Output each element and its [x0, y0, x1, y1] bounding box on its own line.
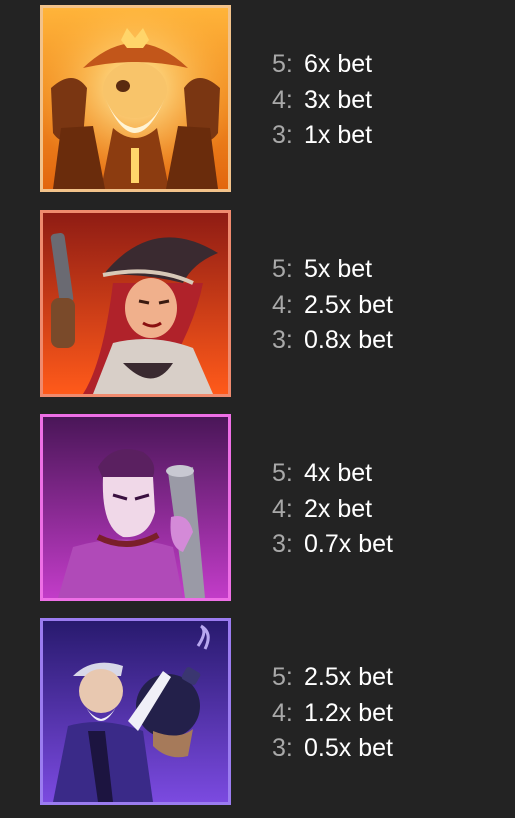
payout-line: 5: 5x bet	[272, 252, 393, 288]
pirate-gunner-icon	[43, 417, 228, 598]
payout-line: 4: 1.2x bet	[272, 696, 393, 732]
payout-value: 1.2x bet	[304, 698, 393, 727]
payout-line: 5: 4x bet	[272, 456, 393, 492]
payout-value: 1x bet	[304, 121, 373, 149]
payout-count: 3:	[272, 121, 293, 149]
paytable-row-pirate-woman: 5: 5x bet 4: 2.5x bet 3: 0.8x bet	[40, 210, 500, 400]
payout-count: 4:	[272, 494, 293, 523]
payout-value: 4x bet	[304, 459, 373, 487]
payout-count: 4:	[272, 85, 293, 114]
payout-value: 2.5x bet	[304, 290, 393, 319]
payout-count: 5:	[272, 255, 293, 283]
payout-line: 4: 2.5x bet	[272, 288, 393, 324]
pirate-woman-icon	[43, 213, 228, 394]
payout-value: 5x bet	[304, 255, 373, 283]
paytable-row-pirate-king: 5: 6x bet 4: 3x bet 3: 1x bet	[40, 5, 500, 195]
symbol-tile-pirate-gunner	[40, 414, 231, 601]
payout-count: 5:	[272, 50, 293, 78]
pirate-king-icon	[43, 8, 228, 189]
paytable-row-pirate-gunner: 5: 4x bet 4: 2x bet 3: 0.7x bet	[40, 414, 500, 604]
payout-value: 2.5x bet	[304, 663, 393, 691]
payout-count: 3:	[272, 734, 293, 762]
symbol-tile-old-pirate	[40, 618, 231, 805]
payout-value: 0.5x bet	[304, 734, 393, 762]
payout-value: 3x bet	[304, 85, 373, 114]
payout-list: 5: 4x bet 4: 2x bet 3: 0.7x bet	[272, 456, 393, 563]
symbol-tile-pirate-woman	[40, 210, 231, 397]
payout-line: 3: 0.7x bet	[272, 527, 393, 563]
payout-value: 2x bet	[304, 494, 373, 523]
payout-line: 3: 0.5x bet	[272, 731, 393, 767]
paytable-row-old-pirate: 5: 2.5x bet 4: 1.2x bet 3: 0.5x bet	[40, 618, 500, 808]
payout-list: 5: 5x bet 4: 2.5x bet 3: 0.8x bet	[272, 252, 393, 359]
payout-line: 4: 2x bet	[272, 492, 393, 528]
payout-line: 5: 6x bet	[272, 47, 372, 83]
payout-list: 5: 2.5x bet 4: 1.2x bet 3: 0.5x bet	[272, 660, 393, 767]
symbol-tile-pirate-king	[40, 5, 231, 192]
payout-count: 5:	[272, 459, 293, 487]
payout-count: 4:	[272, 290, 293, 319]
payout-count: 3:	[272, 530, 293, 558]
payout-line: 4: 3x bet	[272, 83, 372, 119]
old-pirate-bomb-icon	[43, 621, 228, 802]
payout-line: 3: 1x bet	[272, 118, 372, 154]
payout-line: 3: 0.8x bet	[272, 323, 393, 359]
payout-list: 5: 6x bet 4: 3x bet 3: 1x bet	[272, 47, 372, 154]
payout-value: 6x bet	[304, 50, 373, 78]
payout-count: 5:	[272, 663, 293, 691]
payout-count: 4:	[272, 698, 293, 727]
payout-line: 5: 2.5x bet	[272, 660, 393, 696]
payout-count: 3:	[272, 326, 293, 354]
payout-value: 0.7x bet	[304, 530, 393, 558]
payout-value: 0.8x bet	[304, 326, 393, 354]
